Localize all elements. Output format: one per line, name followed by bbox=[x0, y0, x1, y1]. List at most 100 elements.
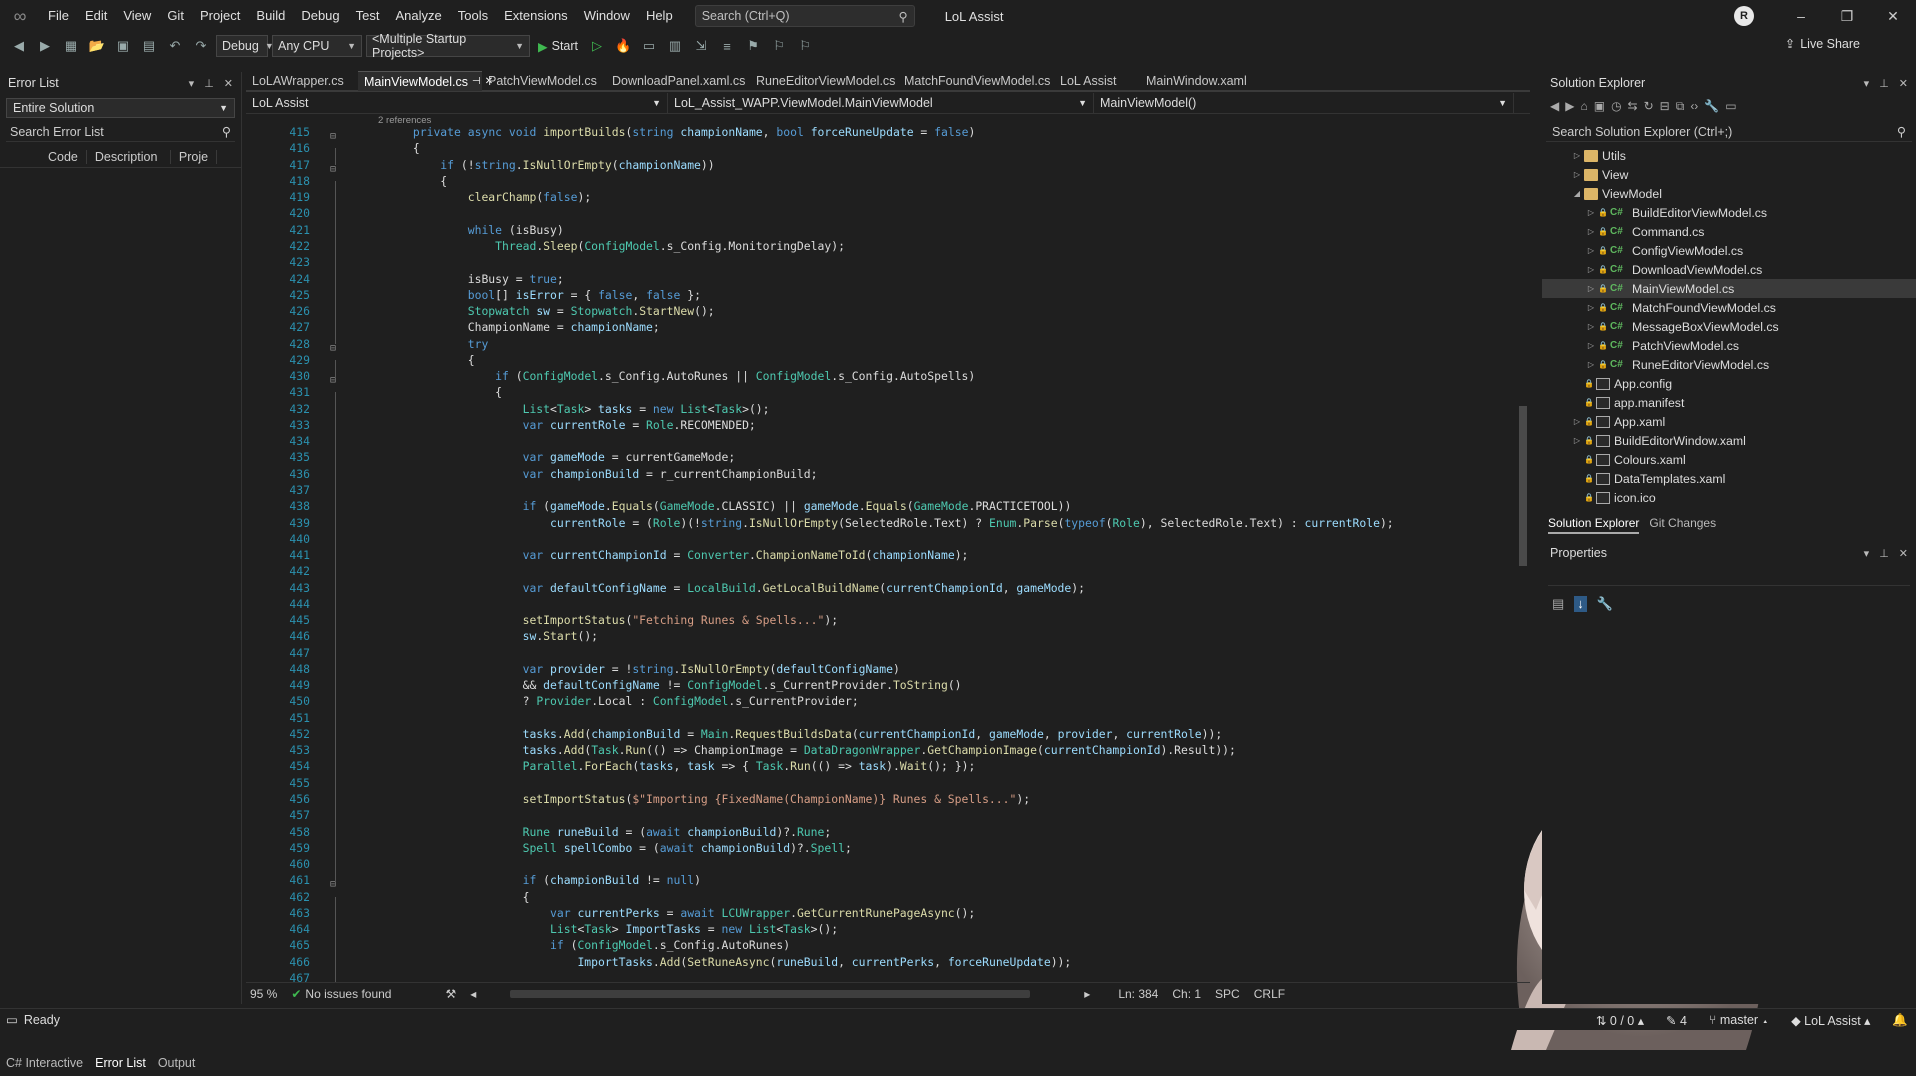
code-line[interactable]: 429 { bbox=[246, 352, 1516, 377]
tab-solution-explorer[interactable]: Solution Explorer bbox=[1548, 516, 1640, 534]
new-project-icon[interactable]: ▦ bbox=[60, 35, 82, 57]
scroll-right-icon[interactable]: ▸ bbox=[1084, 987, 1090, 1001]
code-line[interactable]: 420 bbox=[246, 205, 1516, 231]
code-line[interactable]: 444 bbox=[246, 596, 1516, 621]
code-line[interactable]: 454 Parallel.ForEach(tasks, task => { Ta… bbox=[246, 758, 1516, 784]
live-share-button[interactable]: ⇪ Live Share bbox=[1785, 36, 1860, 52]
home-icon[interactable]: ⌂ bbox=[1580, 99, 1587, 113]
tree-item[interactable]: ▷ 🔒 C# BuildEditorViewModel.cs bbox=[1542, 203, 1916, 222]
zoom-level[interactable]: 95 % bbox=[250, 987, 277, 1001]
column-header[interactable]: Proje bbox=[171, 149, 218, 164]
tab-csharp-interactive[interactable]: C# Interactive bbox=[0, 1056, 89, 1070]
save-all-icon[interactable]: ▤ bbox=[138, 35, 160, 57]
code-line[interactable]: 423 bbox=[246, 254, 1516, 280]
indent-indicator[interactable]: SPC bbox=[1215, 987, 1240, 1001]
menu-item-view[interactable]: View bbox=[115, 0, 159, 32]
search-box[interactable]: Search (Ctrl+Q) ⚲ bbox=[694, 5, 915, 27]
tree-item[interactable]: ▷ 🔒 C# ConfigViewModel.cs bbox=[1542, 241, 1916, 260]
tab-git-changes[interactable]: Git Changes bbox=[1649, 516, 1716, 534]
column-indicator[interactable]: Ch: 1 bbox=[1172, 987, 1201, 1001]
code-line[interactable]: 461 ⊟ if (championBuild != null) bbox=[246, 872, 1516, 890]
code-line[interactable]: 452 tasks.Add(championBuild = Main.Reque… bbox=[246, 726, 1516, 751]
menu-item-project[interactable]: Project bbox=[192, 0, 248, 32]
properties-object-select[interactable] bbox=[1548, 568, 1910, 586]
forward-icon[interactable]: ▶ bbox=[34, 35, 56, 57]
code-line[interactable]: 451 bbox=[246, 710, 1516, 735]
code-line[interactable]: 436 var championBuild = r_currentChampio… bbox=[246, 466, 1516, 491]
close-icon[interactable]: ✕ bbox=[1899, 547, 1908, 560]
expand-arrow-icon[interactable]: ▷ bbox=[1584, 265, 1598, 274]
tree-item[interactable]: 🔒 DataTemplates.xaml bbox=[1542, 469, 1916, 488]
code-area[interactable]: 2 references 415 ⊟ private async void impo… bbox=[246, 116, 1516, 982]
collapse-all-icon[interactable]: ⊟ bbox=[1660, 99, 1670, 113]
code-line[interactable]: 425 bool[] isError = { false, false }; bbox=[246, 287, 1516, 312]
tree-item[interactable]: 🔒 app.manifest bbox=[1542, 393, 1916, 412]
tree-item[interactable]: 🔒 icon.ico bbox=[1542, 488, 1916, 507]
tree-item[interactable]: ▷ 🔒 BuildEditorWindow.xaml bbox=[1542, 431, 1916, 450]
preview-icon[interactable]: ▭ bbox=[1725, 99, 1736, 113]
column-header[interactable]: Code bbox=[40, 149, 87, 164]
tree-item[interactable]: ◢ ViewModel bbox=[1542, 184, 1916, 203]
properties-icon[interactable]: 🔧 bbox=[1704, 99, 1719, 113]
refresh-icon[interactable]: ↻ bbox=[1644, 99, 1654, 113]
document-tab[interactable]: PatchViewModel.cs bbox=[482, 71, 606, 91]
code-line[interactable]: 448 var provider = !string.IsNullOrEmpty… bbox=[246, 661, 1516, 686]
code-line[interactable]: 422 Thread.Sleep(ConfigModel.s_Config.Mo… bbox=[246, 238, 1516, 263]
menu-item-tools[interactable]: Tools bbox=[450, 0, 496, 32]
chevron-down-icon[interactable]: ▾ bbox=[189, 77, 195, 90]
code-line[interactable]: 421 while (isBusy) bbox=[246, 222, 1516, 247]
brush-icon[interactable]: ⚒ bbox=[445, 987, 456, 1001]
expand-arrow-icon[interactable]: ▷ bbox=[1570, 151, 1584, 160]
code-line[interactable]: 467 bbox=[246, 970, 1516, 982]
minimize-button[interactable]: – bbox=[1778, 0, 1824, 32]
view-code-icon[interactable]: ‹› bbox=[1690, 99, 1698, 113]
close-icon[interactable]: ✕ bbox=[1899, 77, 1908, 90]
forward-icon[interactable]: ▶ bbox=[1565, 99, 1574, 113]
expand-arrow-icon[interactable]: ▷ bbox=[1584, 360, 1598, 369]
code-line[interactable]: 460 bbox=[246, 856, 1516, 882]
scrollbar-thumb[interactable] bbox=[1519, 406, 1527, 566]
tree-item[interactable]: 🔒 Colours.xaml bbox=[1542, 450, 1916, 469]
document-tab[interactable]: DownloadPanel.xaml.cs bbox=[606, 71, 750, 91]
tree-item[interactable]: ▷ 🔒 C# RuneEditorViewModel.cs bbox=[1542, 355, 1916, 374]
menu-item-debug[interactable]: Debug bbox=[293, 0, 347, 32]
code-line[interactable]: 438 if (gameMode.Equals(GameMode.CLASSIC… bbox=[246, 498, 1516, 524]
code-line[interactable]: 443 var defaultConfigName = LocalBuild.G… bbox=[246, 579, 1516, 605]
code-line[interactable]: 445 setImportStatus("Fetching Runes & Sp… bbox=[246, 612, 1516, 638]
avatar[interactable]: R bbox=[1734, 6, 1754, 26]
expand-arrow-icon[interactable]: ▷ bbox=[1584, 303, 1598, 312]
code-line[interactable]: 458 Rune runeBuild = (await championBuil… bbox=[246, 823, 1516, 849]
expand-arrow-icon[interactable]: ▷ bbox=[1584, 284, 1598, 293]
menu-item-edit[interactable]: Edit bbox=[77, 0, 115, 32]
visual-studio-logo-icon[interactable]: ∞ bbox=[0, 0, 40, 32]
member-dropdown[interactable]: MainViewModel() ▼ bbox=[1094, 92, 1514, 113]
menu-item-git[interactable]: Git bbox=[159, 0, 192, 32]
code-line[interactable]: 416 { bbox=[246, 140, 1516, 166]
startup-project-select[interactable]: <Multiple Startup Projects> ▼ bbox=[366, 32, 530, 60]
alphabetical-icon[interactable]: ↓ bbox=[1574, 596, 1587, 612]
tab-error-list[interactable]: Error List bbox=[89, 1056, 152, 1070]
chevron-down-icon[interactable]: ▾ bbox=[1864, 547, 1870, 560]
undo-icon[interactable]: ↶ bbox=[164, 35, 186, 57]
switch-views-icon[interactable]: ▣ bbox=[1594, 99, 1605, 113]
code-line[interactable]: 440 bbox=[246, 531, 1516, 556]
bookmark-icon[interactable]: ⚑ bbox=[742, 35, 764, 57]
code-line[interactable]: 432 List<Task> tasks = new List<Task>(); bbox=[246, 401, 1516, 426]
code-line[interactable]: 456 setImportStatus($"Importing {FixedNa… bbox=[246, 791, 1516, 817]
chevron-down-icon[interactable]: ▾ bbox=[1864, 77, 1870, 90]
sync-status[interactable]: ⇅ 0 / 0 ▴ bbox=[1596, 1013, 1644, 1028]
code-line[interactable]: 428 ⊟ try bbox=[246, 335, 1516, 354]
code-line[interactable]: 457 bbox=[246, 807, 1516, 833]
open-icon[interactable]: 📂 bbox=[86, 35, 108, 57]
code-line[interactable]: 449 && defaultConfigName != ConfigModel.… bbox=[246, 677, 1516, 703]
expand-arrow-icon[interactable]: ▷ bbox=[1584, 322, 1598, 331]
pin-icon[interactable]: ⊥ bbox=[1879, 77, 1889, 90]
redo-icon[interactable]: ↷ bbox=[190, 35, 212, 57]
code-line[interactable]: 453 tasks.Add(Task.Run(() => ChampionIma… bbox=[246, 742, 1516, 768]
start-without-debugging-icon[interactable]: ▷ bbox=[586, 35, 608, 57]
horizontal-scrollbar[interactable] bbox=[510, 989, 1031, 998]
code-line[interactable]: 426 Stopwatch sw = Stopwatch.StartNew(); bbox=[246, 303, 1516, 329]
menu-item-extensions[interactable]: Extensions bbox=[496, 0, 576, 32]
code-line[interactable]: 462 { bbox=[246, 888, 1516, 914]
configuration-select[interactable]: Debug ▼ bbox=[216, 35, 274, 57]
